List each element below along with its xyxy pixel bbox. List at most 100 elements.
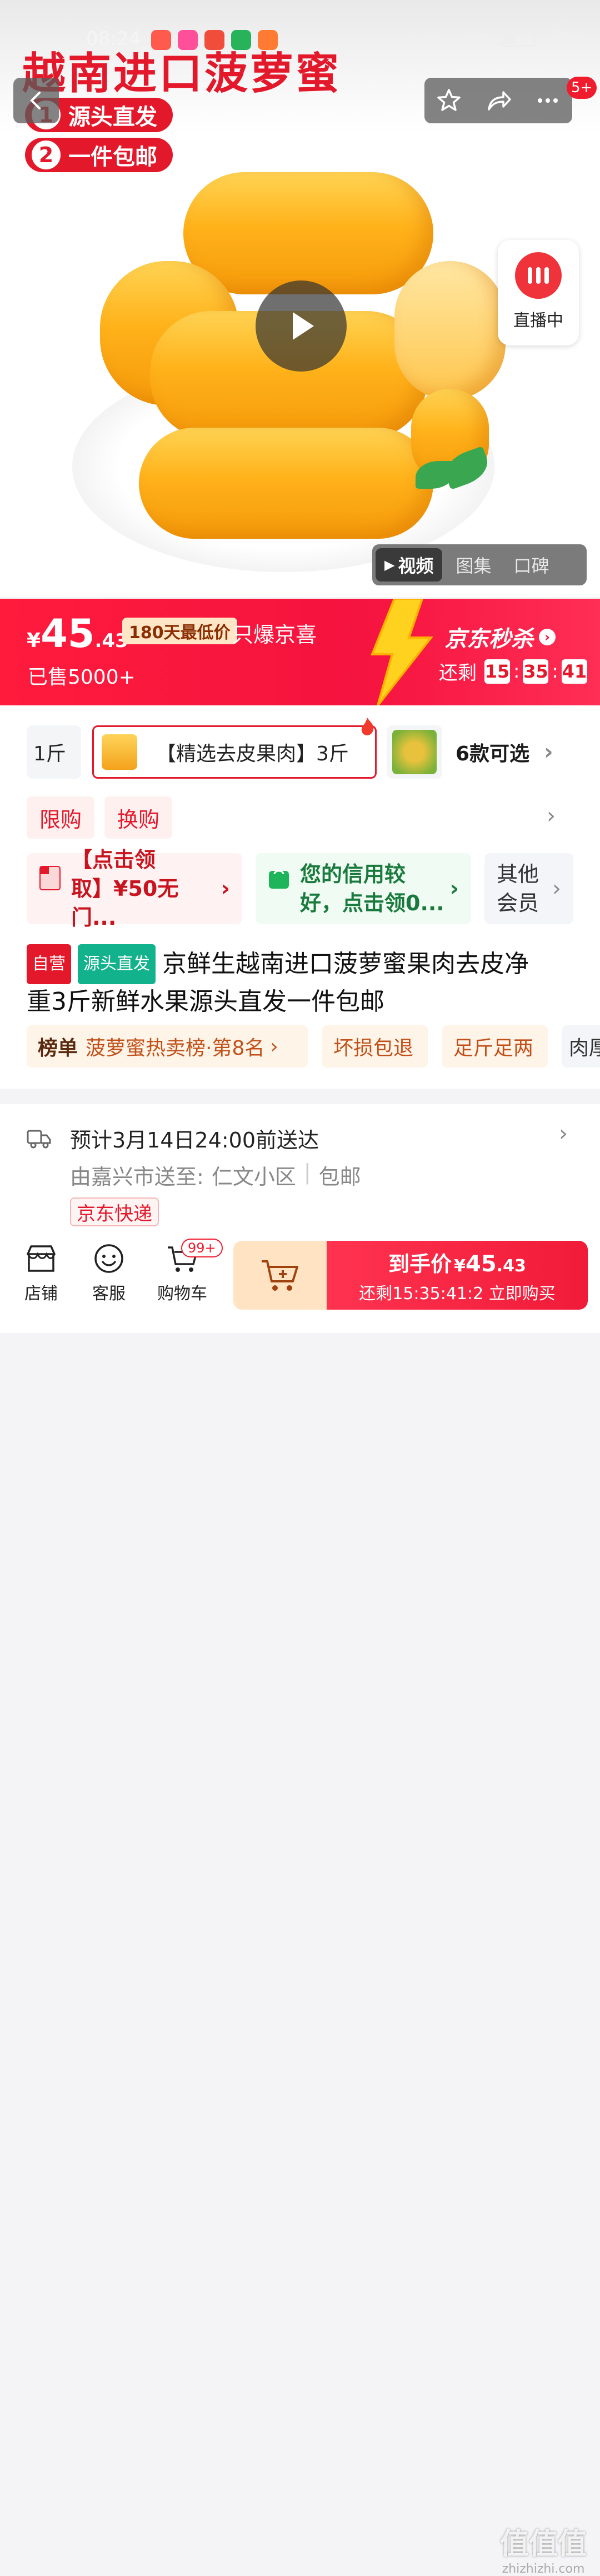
variant-option-1[interactable]: 1斤 [27, 725, 81, 779]
delivery-from: 由嘉兴市送至: [70, 1165, 204, 1189]
variant-thumbnail [102, 734, 137, 770]
delivery-truck-icon [27, 1130, 51, 1149]
rank-text: 菠萝蜜热卖榜·第8名 [86, 1037, 265, 1060]
coupon-text: 好，点击领0... [300, 891, 444, 915]
delivery-eta: 预计3月14日24:00前送达 [70, 1128, 319, 1152]
play-icon [293, 312, 314, 340]
more-icon[interactable] [534, 87, 561, 114]
highlight-full-weight[interactable]: 足斤足两 [442, 1025, 548, 1068]
app-notification-icon [204, 30, 224, 50]
app-notification-icon [151, 30, 171, 50]
source-direct-tag: 源头直发 [78, 944, 156, 984]
shop-label: 店铺 [24, 1284, 58, 1304]
chevron-right-icon: › [544, 739, 553, 765]
status-right: ◠ 5G▮▮ 5G▮▮ 35% [378, 28, 590, 50]
top-action-bar [424, 78, 572, 123]
live-label: 直播中 [513, 311, 563, 330]
app-notification-icon [231, 30, 251, 50]
countdown-seconds: 41 [561, 659, 587, 684]
tab-video[interactable]: ▶ 视频 [376, 548, 443, 582]
shop-icon [27, 1245, 56, 1272]
price-promo-bar: ¥ 45 .43 180天最低价 只爆京喜 已售5000+ 京东秒杀 › 还剩 … [0, 599, 600, 705]
coupon-card-2[interactable]: 您的信用较 好，点击领0... › [256, 853, 471, 924]
title-line: 重3斤新鲜水果源头直发一件包邮 [27, 988, 384, 1016]
rank-highlight[interactable]: 榜单 菠萝蜜热卖榜·第8名 › [27, 1025, 308, 1068]
coupon-icon [39, 866, 61, 890]
variant-option-3[interactable] [387, 725, 442, 779]
coupon-text: 您的信用较 [300, 862, 406, 886]
delivery-address: 仁文小区 [211, 1165, 296, 1189]
tab-reviews[interactable]: 口碑 [505, 548, 558, 582]
chevron-right-icon: › [539, 629, 556, 645]
title-line: 京鲜生越南进口菠萝蜜果肉去皮净 [162, 950, 529, 978]
play-video-button[interactable] [256, 280, 347, 372]
customer-service-icon [94, 1244, 123, 1273]
bottom-action-bar: 店铺 客服 购物车 99+ 到手价 ¥ 45 .43 还剩15:35:41:2 … [0, 1233, 600, 2576]
variant-label: 【精选去皮果肉】3斤 [156, 743, 349, 765]
coupon-card-3[interactable]: 其他 会员 › [484, 853, 573, 924]
battery-level: 35% [548, 28, 591, 50]
tab-gallery[interactable]: 图集 [447, 548, 500, 582]
chevron-right-icon: › [559, 1121, 568, 1146]
service-label: 客服 [92, 1284, 126, 1304]
banner-tagline-2: 2 一件包邮 [25, 138, 173, 172]
buy-countdown: 还剩15:35:41:2 立即购买 [359, 1284, 556, 1304]
chevron-right-icon: › [552, 876, 561, 901]
fruit-piece-image [139, 428, 433, 539]
product-media-area[interactable]: 越南进口菠萝蜜 1 源头直发 2 一件包邮 08:24 ◠ 5G▮▮ 5G▮▮ … [0, 0, 600, 597]
app-notification-icon [258, 30, 278, 50]
more-variants-link[interactable]: 6款可选 › [456, 725, 553, 779]
coupon-text: 其他 [497, 862, 539, 886]
self-operated-tag: 自营 [27, 944, 71, 984]
lightning-icon [371, 599, 434, 705]
sold-count: 已售5000+ [28, 666, 136, 689]
cart-label: 购物车 [157, 1284, 207, 1304]
add-to-cart-icon [262, 1260, 298, 1291]
highlight-thick-flesh[interactable]: 肉厚 [562, 1025, 600, 1068]
share-icon[interactable] [484, 87, 512, 114]
add-to-cart-button[interactable] [233, 1241, 327, 1310]
courier-tag: 京东快递 [70, 1197, 159, 1226]
customer-service-button[interactable]: 客服 [87, 1243, 131, 1304]
chevron-right-icon: › [449, 876, 459, 901]
star-icon[interactable] [436, 87, 462, 114]
live-icon [515, 252, 562, 299]
app-notification-icon [178, 30, 198, 50]
hot-flame-icon [361, 718, 374, 735]
battery-icon [501, 31, 536, 47]
tagline-text: 一件包邮 [68, 144, 157, 170]
back-button[interactable] [13, 78, 59, 123]
countdown-minutes: 35 [523, 659, 549, 684]
shipping-fee: 包邮 [318, 1165, 361, 1189]
variant-option-selected[interactable]: 【精选去皮果肉】3斤 [92, 725, 377, 779]
signal-icon: 5G▮▮ [453, 31, 489, 47]
delivery-route: 由嘉兴市送至: 仁文小区 | 包邮 [70, 1160, 361, 1189]
coupon-card-1[interactable]: 【点击领 取】¥50无门... › [27, 848, 242, 930]
current-price: ¥ 45 .43 [27, 611, 128, 656]
message-count-badge: 5+ [567, 77, 597, 99]
coupon-text: 会员 [497, 891, 539, 915]
delivery-section[interactable]: 预计3月14日24:00前送达 › 由嘉兴市送至: 仁文小区 | 包邮 京东快递 [0, 1104, 600, 1233]
live-stream-button[interactable]: 直播中 [498, 240, 579, 345]
shop-button[interactable]: 店铺 [19, 1243, 63, 1304]
media-tabs: ▶ 视频 图集 口碑 [372, 544, 587, 585]
fruit-piece-image [183, 172, 433, 294]
status-time: 08:24 [86, 28, 141, 50]
variant-thumbnail [392, 730, 437, 774]
chevron-right-icon: › [270, 1035, 278, 1058]
purchase-limit-tag[interactable]: 限购 [27, 796, 94, 839]
seckill-countdown: 还剩 15: 35: 41 [439, 658, 587, 685]
highlight-damage-refund[interactable]: 坏损包退 [322, 1025, 428, 1068]
chevron-right-icon: › [221, 876, 230, 901]
status-bar: 08:24 ◠ 5G▮▮ 5G▮▮ 35% [0, 22, 600, 59]
chevron-left-icon [30, 92, 41, 109]
fruit-piece-image [394, 261, 506, 400]
site-watermark: 值值值 zhizhizhi.com [500, 2528, 587, 2576]
trade-in-tag[interactable]: 换购 [104, 796, 172, 839]
lowest-price-tag: 180天最低价 [122, 618, 237, 644]
chevron-right-icon[interactable]: › [547, 803, 556, 829]
buy-now-button[interactable]: 到手价 ¥ 45 .43 还剩15:35:41:2 立即购买 [327, 1241, 588, 1310]
seckill-link[interactable]: 京东秒杀 › [444, 621, 556, 653]
product-title: 自营 源头直发 京鲜生越南进口菠萝蜜果肉去皮净 重3斤新鲜水果源头直发一件包邮 [27, 944, 582, 1020]
wifi-icon: ◠ [378, 29, 393, 49]
